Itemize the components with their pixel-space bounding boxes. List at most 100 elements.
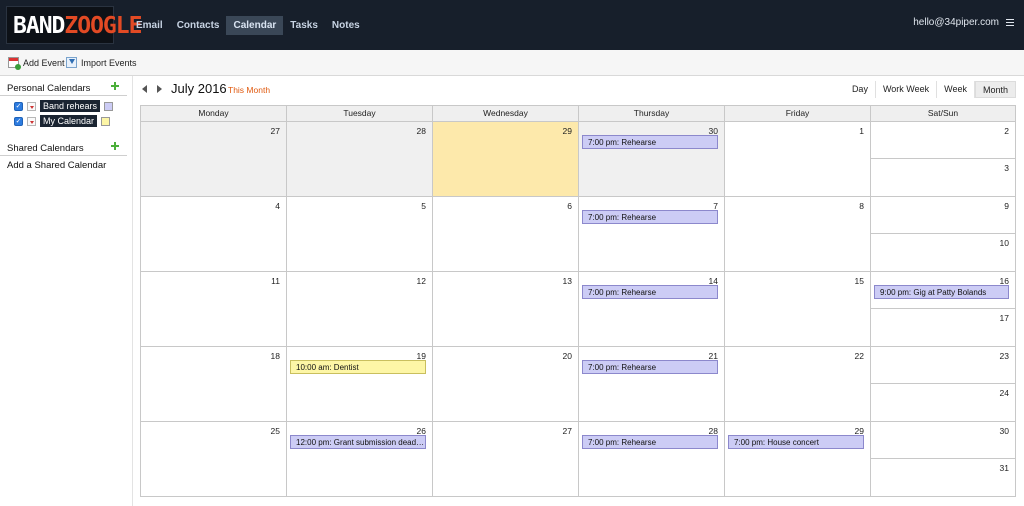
day-number: 18	[270, 351, 280, 361]
bandzoogle-logo[interactable]: BANDZOOGLE	[6, 6, 142, 44]
calendar-color-swatch[interactable]	[101, 116, 111, 126]
day-number: 15	[854, 276, 864, 286]
day-cell[interactable]: 10	[871, 234, 1015, 272]
day-cell[interactable]: 20	[433, 347, 579, 422]
month-grid: Monday Tuesday Wednesday Thursday Friday Sat/…	[140, 105, 1016, 497]
divider	[0, 95, 127, 96]
nav-tasks[interactable]: Tasks	[283, 16, 325, 35]
menu-icon[interactable]	[1006, 18, 1014, 27]
day-cell[interactable]: 27	[141, 122, 287, 197]
add-shared-calendar-link[interactable]: Add a Shared Calendar	[7, 160, 106, 171]
day-number: 28	[416, 126, 426, 136]
calendar-event[interactable]: 9:00 pm: Gig at Patty Bolands	[874, 285, 1009, 299]
day-number: 27	[270, 126, 280, 136]
day-cell[interactable]: 18	[141, 347, 287, 422]
user-menu[interactable]: hello@34piper.com	[913, 17, 1014, 28]
day-number: 2	[1004, 126, 1009, 136]
calendar-event[interactable]: 7:00 pm: Rehearse	[582, 360, 718, 374]
day-cell[interactable]: 25	[141, 422, 287, 497]
view-week-button[interactable]: Week	[937, 81, 975, 98]
calendar-name[interactable]: Band rehears	[40, 100, 101, 112]
day-cell[interactable]: 14 7:00 pm: Rehearse	[579, 272, 725, 347]
day-of-week-label: Thursday	[579, 106, 725, 121]
nav-contacts[interactable]: Contacts	[170, 16, 227, 35]
day-number: 5	[421, 201, 426, 211]
day-cell[interactable]: 1	[725, 122, 871, 197]
add-shared-calendar-plus-icon[interactable]	[111, 142, 119, 150]
calendar-event[interactable]: 7:00 pm: House concert	[728, 435, 864, 449]
day-number: 31	[999, 463, 1009, 473]
month-title: July 2016	[171, 81, 227, 96]
day-cell[interactable]: 11	[141, 272, 287, 347]
day-cell[interactable]: 29 7:00 pm: House concert	[725, 422, 871, 497]
day-cell[interactable]: 27	[433, 422, 579, 497]
calendar-event[interactable]: 7:00 pm: Rehearse	[582, 435, 718, 449]
day-cell[interactable]: 3	[871, 159, 1015, 197]
nav-notes[interactable]: Notes	[325, 16, 367, 35]
add-personal-calendar-plus-icon[interactable]	[111, 82, 119, 90]
day-cell[interactable]: 28	[287, 122, 433, 197]
calendar-event[interactable]: 7:00 pm: Rehearse	[582, 285, 718, 299]
day-cell[interactable]: 9	[871, 197, 1015, 234]
next-month-arrow-icon[interactable]	[157, 85, 162, 93]
add-calendar-icon	[8, 57, 21, 70]
view-month-button[interactable]: Month	[974, 81, 1016, 98]
calendar-list-item[interactable]: ✓ Band rehears	[14, 100, 114, 112]
calendar-options-icon[interactable]	[27, 101, 36, 111]
day-number: 17	[999, 313, 1009, 323]
add-event-label: Add Event	[23, 57, 65, 68]
day-cell[interactable]: 30 7:00 pm: Rehearse	[579, 122, 725, 197]
day-of-week-label: Wednesday	[433, 106, 579, 121]
import-events-button[interactable]: Import Events	[66, 57, 137, 68]
day-cell[interactable]: 8	[725, 197, 871, 272]
calendar-checkbox[interactable]: ✓	[14, 101, 23, 111]
calendar-checkbox[interactable]: ✓	[14, 116, 23, 126]
calendar-event[interactable]: 12:00 pm: Grant submission deadli...	[290, 435, 426, 449]
calendar-event[interactable]: 7:00 pm: Rehearse	[582, 210, 718, 224]
day-cell[interactable]: 24	[871, 384, 1015, 422]
day-number: 8	[859, 201, 864, 211]
day-cell[interactable]: 16 9:00 pm: Gig at Patty Bolands	[871, 272, 1015, 309]
calendar-event[interactable]: 7:00 pm: Rehearse	[582, 135, 718, 149]
day-cell[interactable]: 22	[725, 347, 871, 422]
day-cell[interactable]: 2	[871, 122, 1015, 159]
day-cell[interactable]: 28 7:00 pm: Rehearse	[579, 422, 725, 497]
day-cell[interactable]: 31	[871, 459, 1015, 497]
day-cell[interactable]: 21 7:00 pm: Rehearse	[579, 347, 725, 422]
day-cell[interactable]: 7 7:00 pm: Rehearse	[579, 197, 725, 272]
day-cell[interactable]: 17	[871, 309, 1015, 347]
personal-calendars-heading: Personal Calendars	[7, 83, 91, 94]
day-number: 22	[854, 351, 864, 361]
day-cell[interactable]: 12	[287, 272, 433, 347]
add-event-button[interactable]: Add Event	[8, 57, 65, 70]
calendar-header: July 2016 This Month Day Work Week Week Mon…	[140, 80, 1020, 100]
divider	[0, 155, 127, 156]
calendar-name[interactable]: My Calendar	[40, 115, 98, 127]
day-cell[interactable]: 23	[871, 347, 1015, 384]
day-cell[interactable]: 5	[287, 197, 433, 272]
view-day-button[interactable]: Day	[845, 81, 876, 98]
this-month-link[interactable]: This Month	[228, 85, 270, 95]
day-cell[interactable]: 4	[141, 197, 287, 272]
nav-email[interactable]: Email	[129, 16, 170, 35]
day-number: 9	[1004, 201, 1009, 211]
view-work-week-button[interactable]: Work Week	[876, 81, 938, 98]
main-nav: Email Contacts Calendar Tasks Notes	[129, 16, 367, 35]
calendar-list-item[interactable]: ✓ My Calendar	[14, 115, 111, 127]
day-cell[interactable]: 6	[433, 197, 579, 272]
user-email[interactable]: hello@34piper.com	[913, 17, 999, 28]
nav-calendar[interactable]: Calendar	[226, 16, 284, 35]
day-cell[interactable]: 15	[725, 272, 871, 347]
day-of-week-label: Monday	[141, 106, 287, 121]
day-cell[interactable]: 29	[433, 122, 579, 197]
day-cell[interactable]: 30	[871, 422, 1015, 459]
calendar-color-swatch[interactable]	[104, 101, 114, 111]
prev-month-arrow-icon[interactable]	[142, 85, 147, 93]
top-nav-bar: BANDZOOGLE Email Contacts Calendar Tasks Not…	[0, 0, 1024, 50]
day-cell[interactable]: 26 12:00 pm: Grant submission deadli...	[287, 422, 433, 497]
day-cell[interactable]: 19 10:00 am: Dentist	[287, 347, 433, 422]
calendar-options-icon[interactable]	[27, 116, 36, 126]
day-number: 20	[562, 351, 572, 361]
calendar-event[interactable]: 10:00 am: Dentist	[290, 360, 426, 374]
day-cell[interactable]: 13	[433, 272, 579, 347]
